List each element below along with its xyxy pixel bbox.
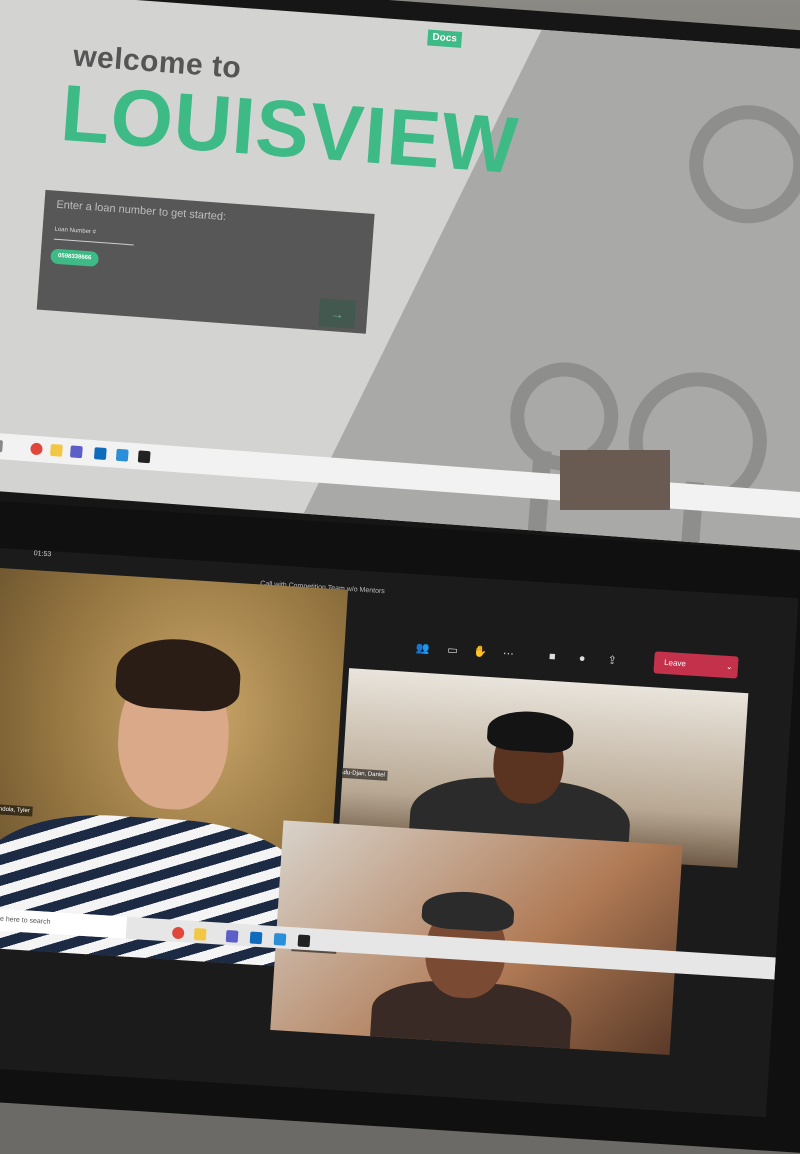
leave-label: Leave bbox=[663, 657, 687, 669]
self-view-pip[interactable] bbox=[560, 450, 670, 510]
teams-icon[interactable] bbox=[225, 929, 239, 943]
share-screen-icon[interactable]: ⇪ bbox=[604, 652, 621, 669]
folder-icon[interactable] bbox=[193, 927, 207, 941]
loan-number-chip[interactable]: 0598338666 bbox=[50, 248, 100, 267]
top-monitor-screen: Docs welcome to LOUISVIEW Enter a loan n… bbox=[0, 0, 800, 551]
outlook-icon[interactable] bbox=[93, 447, 107, 461]
loan-prompt: Enter a loan number to get started: bbox=[55, 198, 227, 224]
camera-icon[interactable]: ■ bbox=[544, 648, 561, 665]
terminal-icon[interactable] bbox=[297, 934, 311, 948]
brand-title: LOUISVIEW bbox=[57, 67, 522, 191]
folder-icon[interactable] bbox=[50, 443, 63, 457]
name-tag: Adu-Djan, Daniel bbox=[338, 767, 389, 781]
person-cap bbox=[421, 889, 516, 933]
headphones bbox=[486, 709, 575, 755]
vscode-icon[interactable] bbox=[273, 932, 287, 946]
more-options-icon[interactable]: ⋯ bbox=[500, 646, 517, 663]
name-tag: Mendola, Tyler bbox=[0, 803, 34, 817]
go-button[interactable]: → bbox=[318, 298, 357, 329]
teams-icon[interactable] bbox=[69, 445, 83, 459]
microphone-icon[interactable]: ● bbox=[574, 650, 591, 667]
leave-button[interactable]: Leave ⌄ bbox=[653, 651, 739, 679]
chrome-icon[interactable] bbox=[30, 442, 43, 456]
call-timer: 01:53 bbox=[33, 550, 52, 559]
search-icon[interactable] bbox=[0, 439, 4, 453]
loan-field-label: Loan Number # bbox=[54, 226, 97, 236]
raise-hand-icon[interactable]: ✋ bbox=[472, 644, 489, 661]
terminal-icon[interactable] bbox=[137, 450, 151, 464]
chrome-icon[interactable] bbox=[171, 926, 185, 940]
person-hair bbox=[114, 635, 243, 714]
loan-field-underline bbox=[53, 238, 134, 246]
vscode-icon[interactable] bbox=[115, 448, 129, 462]
outlook-icon[interactable] bbox=[249, 931, 263, 945]
loan-panel: Enter a loan number to get started: Loan… bbox=[36, 189, 375, 334]
docs-tab[interactable]: Docs bbox=[427, 29, 463, 48]
chat-icon[interactable]: ▭ bbox=[444, 642, 461, 659]
participants-icon[interactable]: 👥 bbox=[414, 640, 431, 657]
chevron-down-icon[interactable]: ⌄ bbox=[725, 656, 733, 678]
laptop-screen: 01:53 Call with Competition Team w/o Men… bbox=[0, 548, 799, 1118]
